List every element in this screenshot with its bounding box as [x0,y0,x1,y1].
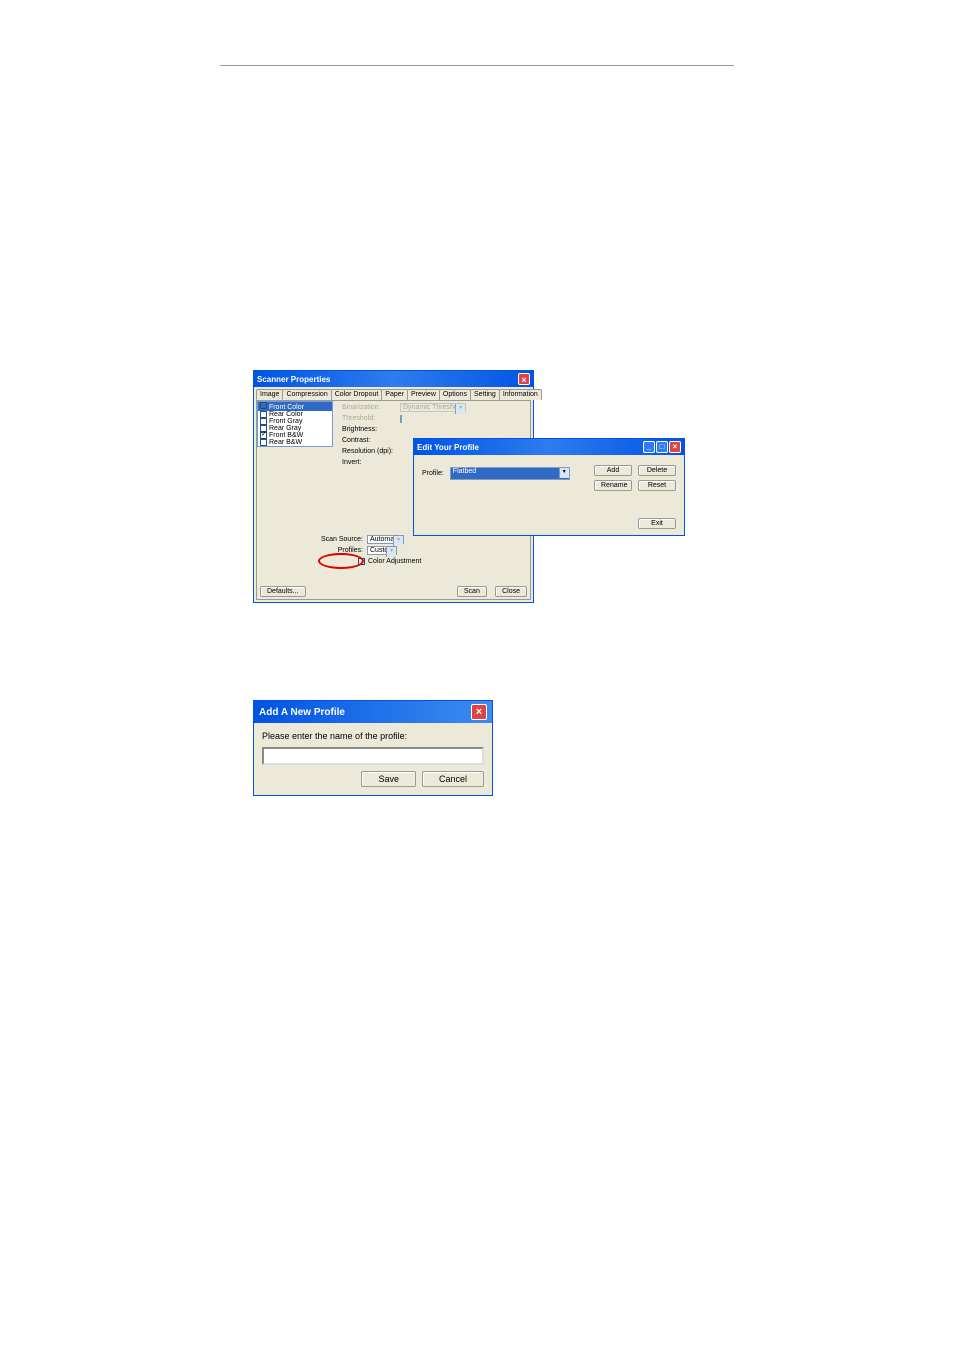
image-selection-list[interactable]: Front Color Rear Color Front Gray Rear G… [257,401,333,447]
invert-label: Invert: [342,459,397,466]
annotation-circle [318,553,364,569]
profile-name-input[interactable] [262,747,484,765]
add-button[interactable]: Add [594,465,632,476]
titlebar[interactable]: Edit Your Profile _ □ × [414,439,684,455]
image-sel-front-bw[interactable]: Front B&W [258,432,332,439]
tab-color-dropout[interactable]: Color Dropout [331,389,383,400]
image-sel-rear-gray[interactable]: Rear Gray [258,425,332,432]
brightness-label: Brightness: [342,426,397,433]
tab-compression[interactable]: Compression [282,389,331,400]
window-title: Scanner Properties [257,375,330,384]
cancel-button[interactable]: Cancel [422,771,484,787]
profile-select[interactable]: Flatbed ▾ [450,467,570,480]
chevron-down-icon[interactable]: ▾ [386,547,396,557]
dialog-body: Please enter the name of the profile: Sa… [254,723,492,795]
close-button[interactable]: Close [495,586,527,597]
scan-button[interactable]: Scan [457,586,487,597]
binarization-select: Dynamic Threshold▾ [400,403,466,412]
exit-button[interactable]: Exit [638,518,676,529]
tab-bar: Image Compression Color Dropout Paper Pr… [254,387,533,400]
tab-paper[interactable]: Paper [381,389,408,400]
tab-preview[interactable]: Preview [407,389,440,400]
threshold-label: Threshold: [342,415,397,422]
scan-source-label: Scan Source: [319,536,367,543]
titlebar[interactable]: Scanner Properties × [254,371,533,387]
reset-button[interactable]: Reset [638,480,676,491]
image-sel-rear-color[interactable]: Rear Color [258,411,332,418]
contrast-label: Contrast: [342,437,397,444]
edit-profile-dialog: Edit Your Profile _ □ × Profile: Flatbed… [413,438,685,536]
window-footer: Defaults... Scan Close [260,586,527,597]
document-header-rule [220,46,734,66]
tab-image[interactable]: Image [256,389,283,400]
close-icon[interactable]: × [471,704,487,720]
minimize-icon[interactable]: _ [643,441,655,453]
maximize-icon[interactable]: □ [656,441,668,453]
chevron-down-icon[interactable]: ▾ [393,536,403,546]
tab-options[interactable]: Options [439,389,471,400]
rename-button[interactable]: Rename [594,480,632,491]
profile-label: Profile: [422,470,444,477]
chevron-down-icon[interactable]: ▾ [559,468,569,478]
color-adjustment-label: Color Adjustment [368,558,421,565]
dialog-title: Add A New Profile [259,707,345,718]
titlebar[interactable]: Add A New Profile × [254,701,492,723]
close-icon[interactable]: × [518,373,530,385]
binarization-label: Binarization: [342,404,397,411]
prompt-text: Please enter the name of the profile: [262,731,484,741]
bottom-controls: Scan Source: Automatic▾ Profiles: Custom… [260,536,527,569]
resolution-label: Resolution (dpi): [342,448,397,455]
threshold-value [400,415,402,423]
defaults-button[interactable]: Defaults... [260,586,306,597]
close-icon[interactable]: × [669,441,681,453]
image-sel-front-gray[interactable]: Front Gray [258,418,332,425]
scan-source-select[interactable]: Automatic▾ [367,535,404,544]
add-profile-dialog: Add A New Profile × Please enter the nam… [253,700,493,796]
save-button[interactable]: Save [361,771,416,787]
image-sel-rear-bw[interactable]: Rear B&W [258,439,332,446]
chevron-down-icon: ▾ [455,404,465,414]
tab-setting[interactable]: Setting [470,389,500,400]
image-sel-front-color[interactable]: Front Color [258,402,332,411]
dialog-title: Edit Your Profile [417,443,479,452]
profiles-select[interactable]: Custom▾ [367,546,397,555]
dialog-body: Profile: Flatbed ▾ Add Rename Delete Res… [414,455,684,535]
delete-button[interactable]: Delete [638,465,676,476]
tab-information[interactable]: Information [499,389,542,400]
